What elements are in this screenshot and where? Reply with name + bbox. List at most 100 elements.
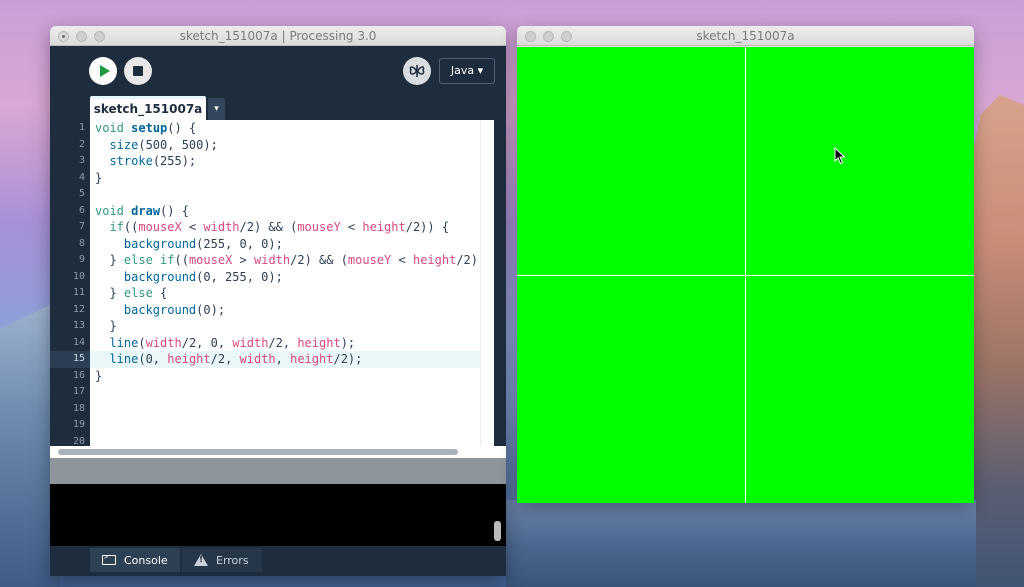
line-number: 7 <box>78 221 85 232</box>
debugger-button[interactable] <box>403 57 431 85</box>
code-token: } <box>95 253 124 267</box>
run-button[interactable] <box>89 57 117 85</box>
line-number: 19 <box>72 419 85 430</box>
code-line: background(0); <box>90 302 480 319</box>
code-token: height <box>167 352 211 366</box>
minimize-window-button[interactable] <box>76 31 87 42</box>
code-token: ); <box>340 335 356 350</box>
sketch-window-title: sketch_151007a <box>696 29 795 43</box>
code-token: stroke <box>109 154 153 168</box>
line-number: 9 <box>78 254 85 265</box>
code-line: line(width/2, 0, width/2, height); <box>90 335 480 352</box>
console-icon <box>102 553 116 565</box>
tab-console[interactable]: Console <box>90 548 180 572</box>
code-line: background(0, 255, 0); <box>90 269 480 286</box>
code-token: void <box>95 121 124 135</box>
ide-titlebar[interactable]: sketch_151007a | Processing 3.0 <box>50 26 506 46</box>
window-controls <box>58 31 105 42</box>
code-token: else <box>123 286 153 300</box>
zoom-window-button[interactable] <box>94 31 105 42</box>
code-token: /2, <box>210 352 240 366</box>
code-token: (0); <box>196 302 226 317</box>
code-token: { <box>152 286 168 300</box>
code-token: background <box>123 269 197 284</box>
arrow-cursor-icon <box>834 147 846 165</box>
code-token: > <box>232 253 254 267</box>
code-line: } <box>95 170 103 185</box>
editor-tab-row: sketch_151007a ▾ <box>50 96 506 120</box>
line-number: 14 <box>72 336 85 348</box>
code-token: mouseX <box>138 220 182 234</box>
editor-horizontal-scrollbar[interactable] <box>50 446 506 458</box>
editor-vertical-scrollbar[interactable] <box>480 120 494 446</box>
code-token: /2, 0, <box>181 335 233 350</box>
play-icon <box>99 65 110 77</box>
zoom-window-button[interactable] <box>561 31 572 42</box>
status-bar <box>50 458 506 484</box>
code-token: setup <box>131 121 168 135</box>
code-area[interactable]: void setup() { size(500, 500); stroke(25… <box>90 120 480 446</box>
stop-icon <box>133 66 143 76</box>
tab-errors[interactable]: Errors <box>182 548 262 572</box>
tab-menu-button[interactable]: ▾ <box>208 98 225 120</box>
mode-selector[interactable]: Java ▾ <box>439 58 495 84</box>
code-token: mouseY <box>297 220 341 234</box>
line-number-current: 15 <box>50 351 90 368</box>
code-token: if <box>109 220 124 234</box>
line-number: 5 <box>78 188 85 199</box>
code-token: height <box>290 352 334 366</box>
line-number: 6 <box>78 204 85 216</box>
code-line: } else if((mouseX > width/2) && (mouseY … <box>90 252 480 269</box>
sketch-titlebar[interactable]: sketch_151007a <box>517 26 974 46</box>
code-token: } <box>95 286 124 300</box>
line-number: 1 <box>78 122 85 133</box>
code-token: mouseY <box>347 253 392 267</box>
code-line: void setup() { <box>90 120 480 137</box>
minimize-window-button[interactable] <box>543 31 554 42</box>
line-number-gutter: 1 2 3 4 5 6 7 8 9 10 11 12 13 14 15 16 1… <box>50 120 90 447</box>
horizontal-divider-line <box>517 275 974 276</box>
sketch-window: sketch_151007a <box>517 26 974 503</box>
line-number: 8 <box>78 237 85 249</box>
console-output[interactable] <box>50 484 506 546</box>
warning-icon <box>194 554 208 566</box>
code-line: background(255, 0, 0); <box>90 236 480 253</box>
tab-sketch[interactable]: sketch_151007a <box>90 96 206 120</box>
code-line: if((mouseX < width/2) && (mouseY < heigh… <box>90 219 480 236</box>
code-token: /2, <box>268 335 298 350</box>
code-token: width <box>239 352 276 366</box>
code-line: } <box>95 368 103 383</box>
line-number: 17 <box>72 386 85 397</box>
close-window-button[interactable] <box>525 31 536 42</box>
code-line: stroke(255); <box>90 153 480 170</box>
code-token: width <box>254 253 291 267</box>
line-number: 4 <box>78 171 85 183</box>
code-token: height <box>297 335 341 350</box>
code-token: /2) && ( <box>239 220 298 234</box>
close-window-button[interactable] <box>58 31 69 42</box>
code-token: /2); <box>333 352 363 366</box>
code-line-current: line(0, height/2, width, height/2); <box>90 351 480 368</box>
ide-window-title: sketch_151007a | Processing 3.0 <box>179 29 377 43</box>
ide-toolbar: Java ▾ <box>50 47 506 97</box>
scrollbar-thumb[interactable] <box>58 449 458 455</box>
code-token: /2)) { <box>405 220 450 234</box>
code-token: (500, 500); <box>138 137 218 152</box>
butterfly-icon <box>409 65 425 77</box>
code-line: size(500, 500); <box>90 137 480 154</box>
stop-button[interactable] <box>124 57 152 85</box>
code-editor[interactable]: 1 2 3 4 5 6 7 8 9 10 11 12 13 14 15 16 1… <box>50 120 506 458</box>
code-token: < <box>340 220 363 234</box>
code-token: () { <box>167 121 197 135</box>
code-token: draw <box>131 203 161 218</box>
sketch-canvas[interactable] <box>517 47 974 503</box>
code-token: height <box>412 253 457 267</box>
console-scrollbar-thumb[interactable] <box>494 521 501 541</box>
line-number: 10 <box>72 270 85 282</box>
